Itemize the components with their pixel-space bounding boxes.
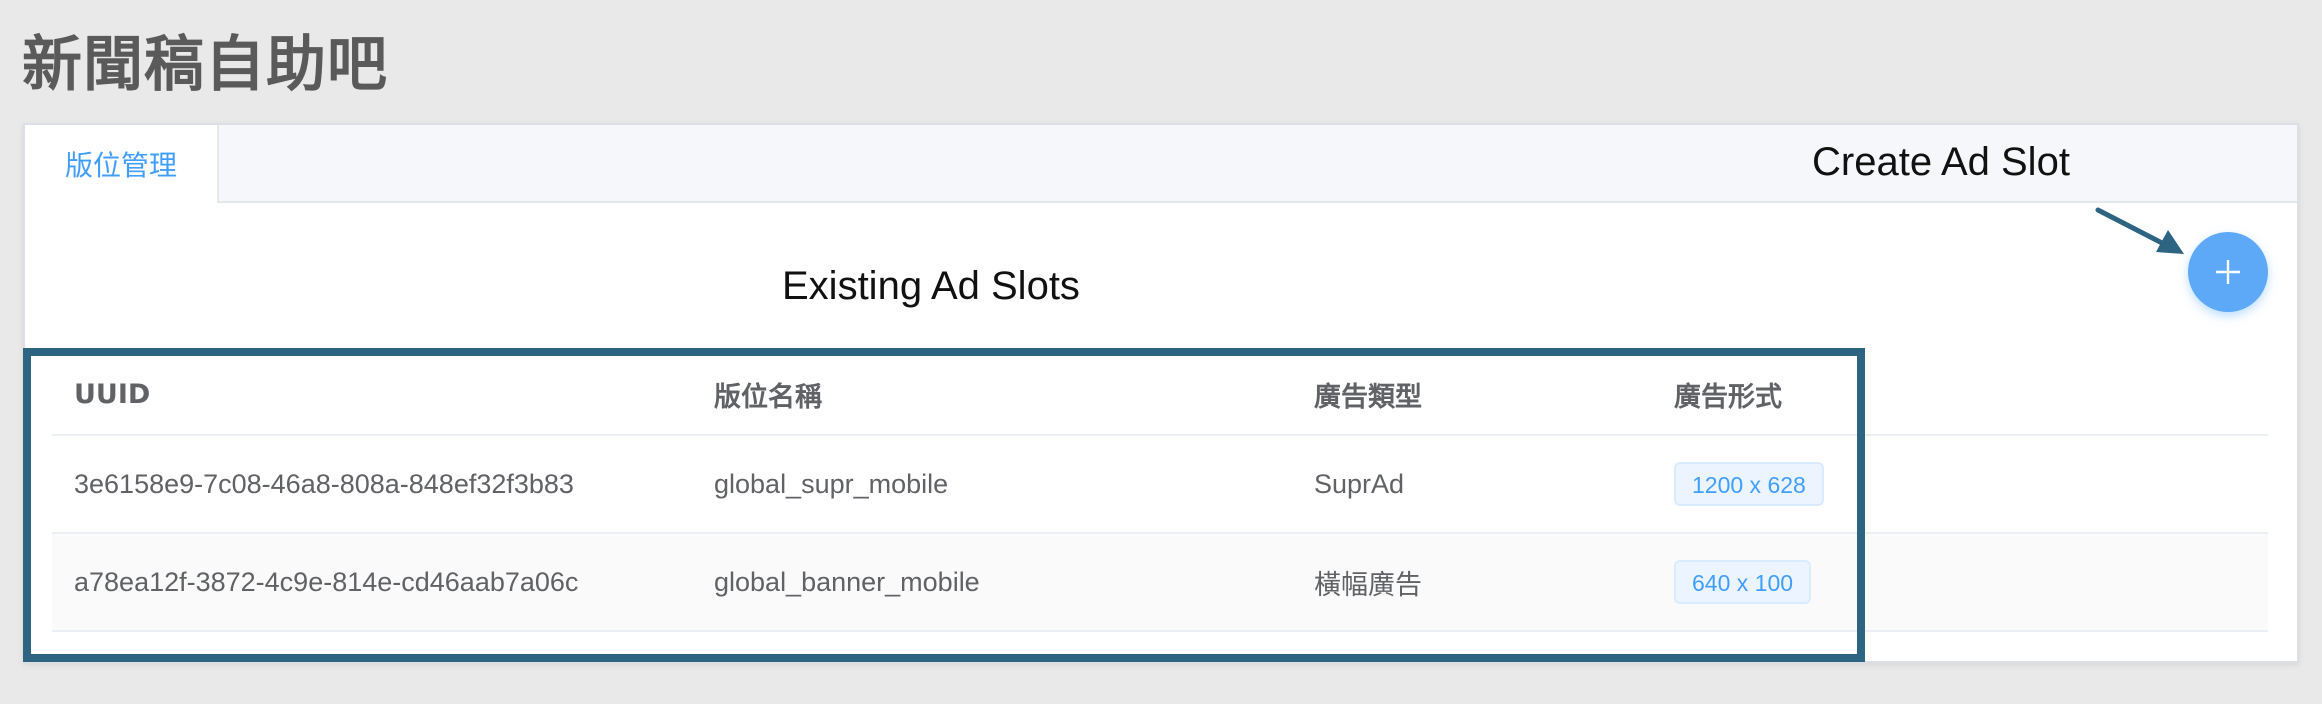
table-header-row: UUID 版位名稱 廣告類型 廣告形式	[52, 354, 2268, 436]
row-ad-type: SuprAd	[1314, 468, 1405, 499]
table-row[interactable]: a78ea12f-3872-4c9e-814e-cd46aab7a06c glo…	[52, 534, 2268, 632]
header-uuid: UUID	[74, 378, 151, 410]
active-tab-indicator	[25, 201, 217, 205]
format-tag: 640 x 100	[1674, 560, 1812, 604]
arrow-icon	[2095, 207, 2184, 254]
tab-ad-slot-management[interactable]: 版位管理	[25, 125, 219, 203]
page-title: 新聞稿自助吧	[22, 30, 388, 100]
header-ad-format: 廣告形式	[1674, 381, 1782, 413]
row-ad-format: 1200 x 628	[1674, 436, 1824, 532]
row-ad-format: 640 x 100	[1674, 534, 1812, 630]
format-tag: 1200 x 628	[1674, 462, 1824, 506]
row-ad-type: 橫幅廣告	[1314, 569, 1422, 601]
plus-icon	[2216, 260, 2240, 284]
add-ad-slot-button[interactable]	[2188, 232, 2268, 312]
existing-ad-slots-annotation: Existing Ad Slots	[782, 264, 1080, 308]
ad-slots-table: UUID 版位名稱 廣告類型 廣告形式 3e6158e9-7c08-46a8-8…	[52, 354, 2268, 632]
header-slot-name: 版位名稱	[714, 381, 822, 413]
row-slot-name: global_supr_mobile	[714, 468, 949, 499]
row-uuid: 3e6158e9-7c08-46a8-808a-848ef32f3b83	[74, 468, 574, 499]
row-slot-name: global_banner_mobile	[714, 566, 980, 597]
header-ad-type: 廣告類型	[1314, 381, 1422, 413]
row-uuid: a78ea12f-3872-4c9e-814e-cd46aab7a06c	[74, 566, 579, 597]
table-row[interactable]: 3e6158e9-7c08-46a8-808a-848ef32f3b83 glo…	[52, 436, 2268, 534]
create-ad-slot-annotation: Create Ad Slot	[1812, 140, 2070, 184]
